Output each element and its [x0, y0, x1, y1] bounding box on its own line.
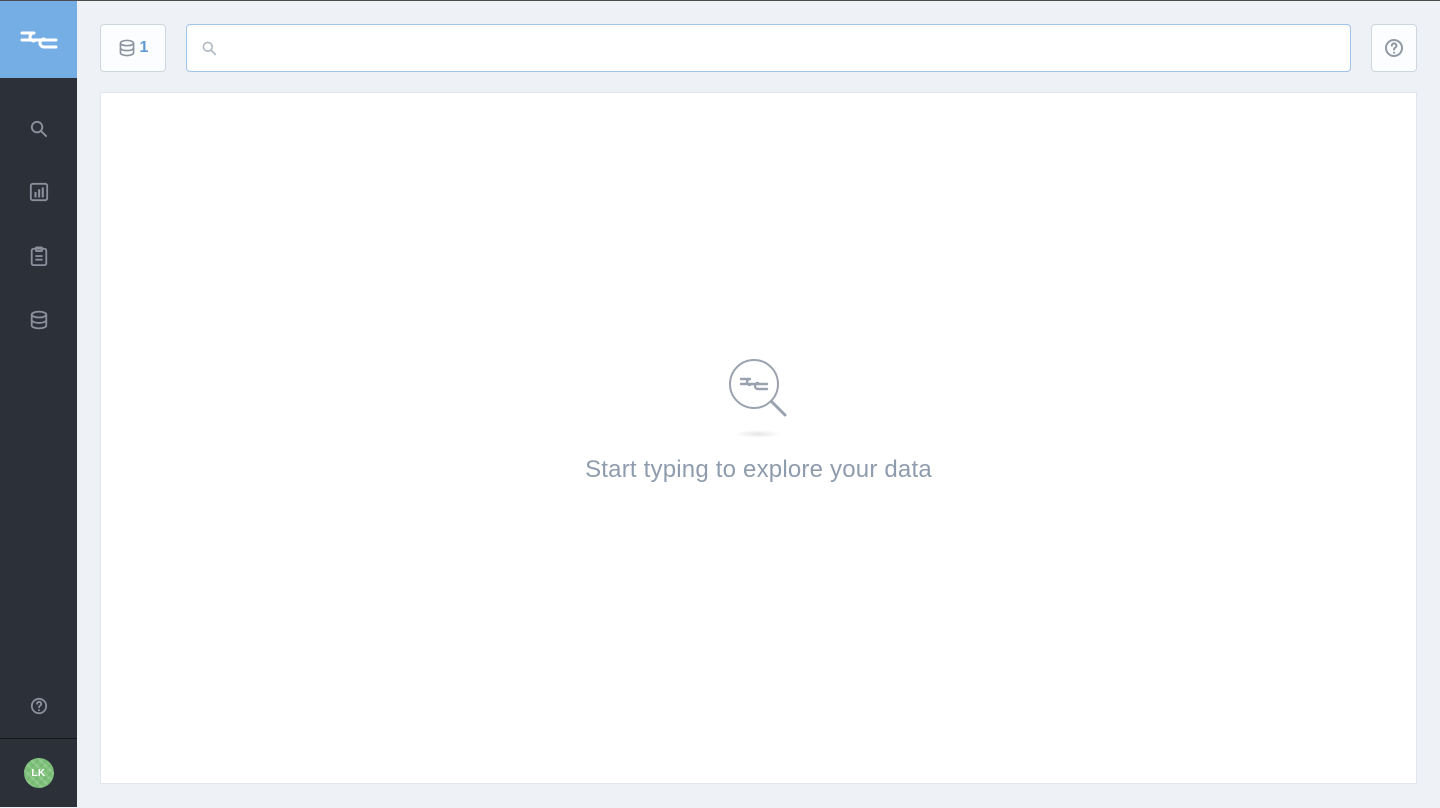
user-menu[interactable]: LK	[0, 739, 77, 807]
magnifier-logo-icon	[726, 356, 790, 420]
empty-state-text: Start typing to explore your data	[585, 456, 932, 484]
empty-search-illustration	[726, 356, 790, 420]
sidebar-item-search[interactable]	[0, 96, 77, 160]
clipboard-icon	[29, 246, 49, 267]
database-icon	[118, 39, 136, 57]
sidebar: LK	[0, 1, 77, 807]
sidebar-help[interactable]	[0, 674, 77, 738]
result-canvas: Start typing to explore your data	[100, 92, 1417, 784]
sidebar-nav	[0, 78, 77, 352]
brand-logo-icon	[20, 29, 58, 51]
sidebar-item-dashboards[interactable]	[0, 160, 77, 224]
data-source-count: 1	[140, 39, 149, 57]
search-icon	[29, 119, 48, 138]
main: 1	[77, 1, 1440, 807]
avatar-initials: LK	[31, 768, 45, 779]
illustration-shadow	[734, 430, 782, 438]
topbar: 1	[100, 24, 1417, 72]
search-bar[interactable]	[186, 24, 1351, 72]
help-circle-icon	[1384, 38, 1404, 58]
bar-chart-icon	[29, 182, 49, 202]
avatar: LK	[24, 758, 54, 788]
help-button[interactable]	[1371, 24, 1417, 72]
search-icon	[201, 40, 217, 56]
empty-state: Start typing to explore your data	[585, 356, 932, 484]
help-circle-icon	[30, 697, 48, 715]
sidebar-item-data-sources[interactable]	[0, 288, 77, 352]
database-icon	[29, 310, 49, 330]
sidebar-item-reports[interactable]	[0, 224, 77, 288]
data-source-selector[interactable]: 1	[100, 24, 166, 72]
brand-logo[interactable]	[0, 1, 77, 78]
search-input[interactable]	[225, 25, 1336, 71]
